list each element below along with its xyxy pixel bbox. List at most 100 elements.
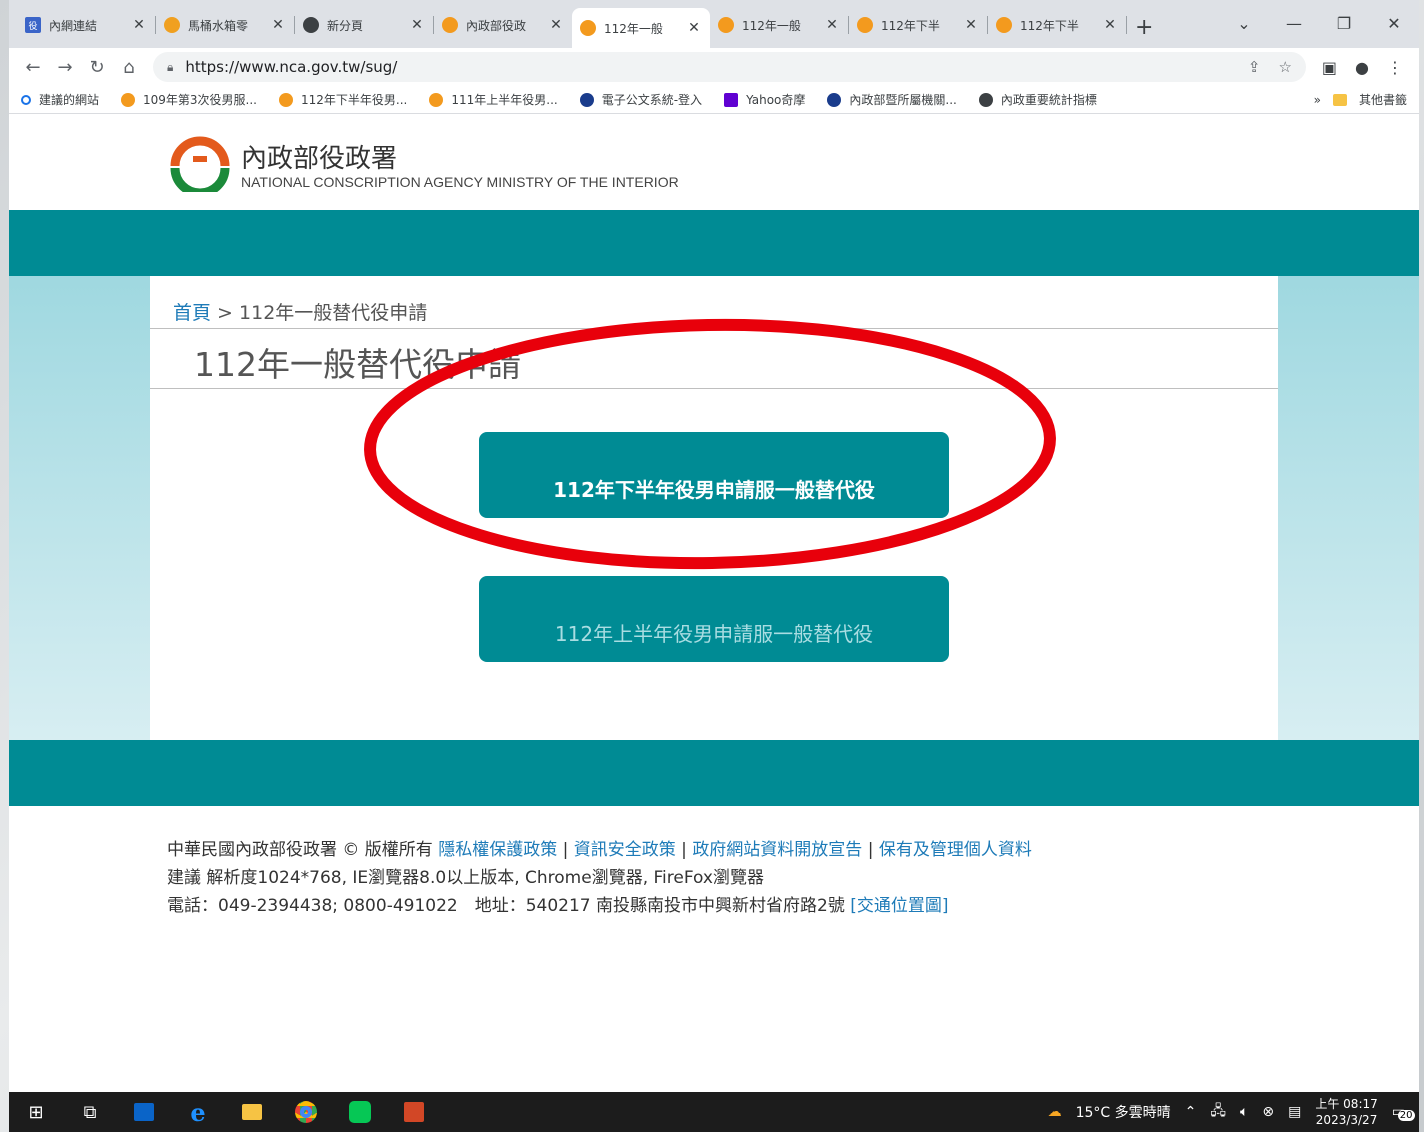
address-bar[interactable]: 🔒︎ https://www.nca.gov.tw/sug/ ⇪ ☆: [153, 52, 1306, 82]
map-link[interactable]: [交通位置圖]: [850, 896, 948, 916]
bookmark-item[interactable]: 109年第3次役男服...: [121, 91, 257, 108]
tab-search-icon[interactable]: ⌄: [1219, 0, 1269, 48]
folder-icon: [1332, 93, 1347, 106]
bookmark-star-icon[interactable]: ☆: [1278, 58, 1291, 76]
footer-contact: 電話：049-2394438; 0800-491022 地址：540217 南投…: [167, 896, 851, 916]
side-panel-icon[interactable]: ▣: [1322, 58, 1337, 77]
file-explorer-icon[interactable]: [225, 1092, 279, 1132]
bookmark-item[interactable]: 111年上半年役男...: [429, 91, 558, 108]
close-icon[interactable]: ✕: [409, 17, 425, 33]
more-bookmarks-button[interactable]: »: [1314, 93, 1321, 107]
tray-chevron-icon[interactable]: ⌃: [1185, 1104, 1197, 1120]
share-icon[interactable]: ⇪: [1248, 58, 1261, 76]
internet-explorer-icon[interactable]: e: [171, 1092, 225, 1132]
tab-5[interactable]: 112年一般 ✕: [710, 8, 848, 42]
footer-separator: |: [675, 840, 693, 860]
second-half-application-button[interactable]: 112年下半年役男申請服一般替代役: [479, 432, 949, 518]
tab-strip: 役 內網連結 ✕ 馬桶水箱零 ✕ 新分頁 ✕ 內政部役政 ✕ 112年一般 ✕: [9, 0, 1419, 48]
close-icon[interactable]: ✕: [686, 20, 702, 36]
intranet-favicon-icon: 役: [25, 17, 41, 33]
notification-count: 20: [1397, 1110, 1415, 1121]
browser-toolbar: ← → ↻ ⌂ 🔒︎ https://www.nca.gov.tw/sug/ ⇪…: [9, 48, 1419, 86]
gov-favicon-icon: [579, 92, 594, 107]
footer-separator: |: [557, 840, 574, 860]
restore-button[interactable]: ❐: [1319, 0, 1369, 48]
bookmark-label: 112年下半年役男...: [301, 93, 408, 107]
chrome-icon[interactable]: [279, 1092, 333, 1132]
back-button[interactable]: ←: [17, 57, 49, 78]
line-icon[interactable]: [333, 1092, 387, 1132]
footer-copyright: 中華民國內政部役政署 © 版權所有: [167, 840, 439, 860]
site-header: 內政部役政署 NATIONAL CONSCRIPTION AGENCY MINI…: [9, 114, 1419, 210]
privacy-policy-link[interactable]: 隱私權保護政策: [438, 840, 557, 860]
menu-icon[interactable]: ⋮: [1387, 58, 1403, 77]
footer-separator: |: [862, 840, 879, 860]
chrome-favicon-icon: [303, 17, 319, 33]
status-icon[interactable]: ⊗: [1262, 1104, 1274, 1120]
nca-favicon-icon: [580, 20, 596, 36]
open-data-link[interactable]: 政府網站資料開放宣告: [692, 840, 862, 860]
tab-separator: [1126, 16, 1127, 34]
security-policy-link[interactable]: 資訊安全政策: [574, 840, 676, 860]
other-bookmarks-folder[interactable]: 其他書籤: [1359, 91, 1407, 108]
nca-logo-icon[interactable]: [169, 136, 231, 192]
site-subtitle: NATIONAL CONSCRIPTION AGENCY MINISTRY OF…: [241, 174, 679, 190]
close-icon[interactable]: ✕: [963, 17, 979, 33]
bookmark-item[interactable]: 112年下半年役男...: [279, 91, 407, 108]
footer-line-2: 建議 解析度1024*768, IE瀏覽器8.0以上版本, Chrome瀏覽器,…: [167, 868, 764, 888]
volume-icon[interactable]: 🔈︎: [1240, 1104, 1248, 1120]
lock-icon[interactable]: 🔒︎: [167, 60, 173, 75]
close-icon[interactable]: ✕: [548, 17, 564, 33]
close-window-button[interactable]: ✕: [1369, 0, 1419, 48]
close-icon[interactable]: ✕: [1102, 17, 1118, 33]
tab-label: 112年下半: [1020, 18, 1079, 33]
input-method-icon[interactable]: ▤: [1288, 1104, 1301, 1120]
bookmark-item[interactable]: 建議的網站: [21, 91, 99, 108]
page-title: 112年一般替代役申請: [194, 345, 521, 384]
tab-1[interactable]: 馬桶水箱零 ✕: [156, 8, 294, 42]
profile-icon[interactable]: ●: [1355, 58, 1369, 77]
home-button[interactable]: ⌂: [113, 57, 145, 78]
divider: [150, 328, 1278, 329]
reload-button[interactable]: ↻: [81, 57, 113, 78]
bookmark-item[interactable]: 內政重要統計指標: [978, 91, 1097, 108]
bookmark-label: 內政重要統計指標: [1000, 93, 1097, 107]
bookmark-item[interactable]: Yahoo奇摩: [724, 91, 805, 108]
tab-6[interactable]: 112年下半 ✕: [849, 8, 987, 42]
tab-3[interactable]: 內政部役政 ✕: [434, 8, 572, 42]
bookmark-item[interactable]: 內政部暨所屬機關...: [827, 91, 957, 108]
windows-start-icon[interactable]: ⊞: [9, 1092, 63, 1132]
bookmark-label: 111年上半年役男...: [451, 93, 558, 107]
notification-icon[interactable]: ▭20: [1392, 1104, 1415, 1121]
new-tab-button[interactable]: +: [1135, 15, 1153, 40]
breadcrumb-home-link[interactable]: 首頁: [173, 302, 211, 324]
globe-icon: [978, 92, 993, 107]
tab-4-active[interactable]: 112年一般 ✕: [572, 8, 710, 48]
tab-7[interactable]: 112年下半 ✕: [988, 8, 1126, 42]
personal-data-link[interactable]: 保有及管理個人資料: [879, 840, 1032, 860]
minimize-button[interactable]: —: [1269, 0, 1319, 48]
bookmark-item[interactable]: 電子公文系統-登入: [579, 91, 702, 108]
weather-text[interactable]: 15°C 多雲時晴: [1076, 1102, 1171, 1122]
footer-line-1: 中華民國內政部役政署 © 版權所有 隱私權保護政策 | 資訊安全政策 | 政府網…: [167, 836, 1419, 864]
close-icon[interactable]: ✕: [270, 17, 286, 33]
close-icon[interactable]: ✕: [131, 17, 147, 33]
tab-label: 112年一般: [742, 18, 801, 33]
close-icon[interactable]: ✕: [824, 17, 840, 33]
web-page: 內政部役政署 NATIONAL CONSCRIPTION AGENCY MINI…: [9, 114, 1419, 1092]
outlook-icon[interactable]: [117, 1092, 171, 1132]
weather-icon[interactable]: ☁︎: [1048, 1104, 1062, 1120]
powerpoint-icon[interactable]: [387, 1092, 441, 1132]
task-view-icon[interactable]: ⧉: [63, 1092, 117, 1132]
first-half-application-button[interactable]: 112年上半年役男申請服一般替代役: [479, 576, 949, 662]
tab-2[interactable]: 新分頁 ✕: [295, 8, 433, 42]
forward-button[interactable]: →: [49, 57, 81, 78]
tab-label: 馬桶水箱零: [188, 18, 249, 33]
bookmark-label: 內政部暨所屬機關...: [849, 93, 957, 107]
tab-0[interactable]: 役 內網連結 ✕: [17, 8, 155, 42]
url-text: https://www.nca.gov.tw/sug/: [185, 58, 398, 76]
breadcrumb-separator: >: [211, 302, 240, 324]
window-controls: ⌄ — ❐ ✕: [1219, 0, 1419, 48]
clock[interactable]: 上午 08:17 2023/3/27: [1315, 1096, 1377, 1128]
network-icon[interactable]: 🖧︎: [1210, 1100, 1226, 1124]
